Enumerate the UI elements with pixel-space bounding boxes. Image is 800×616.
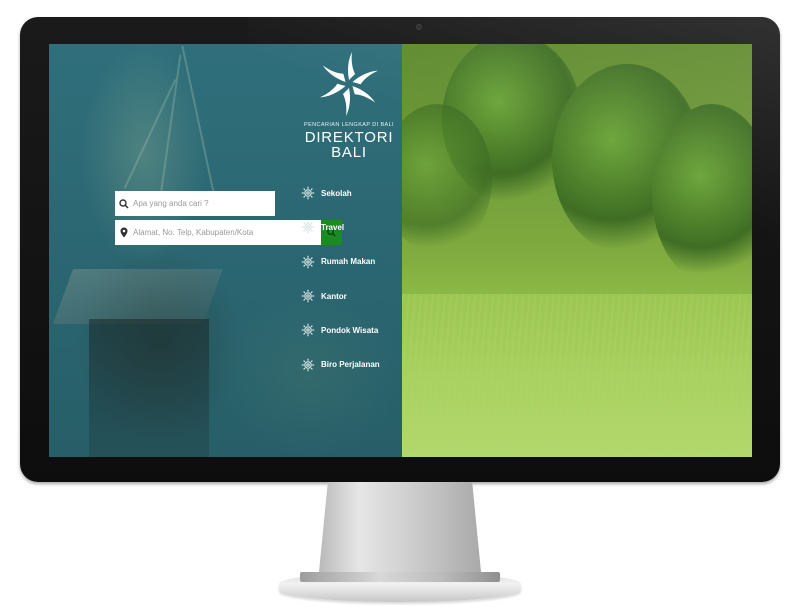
rice-paddy-grass: [402, 294, 752, 457]
menu-item-biro-perjalanan[interactable]: Biro Perjalanan: [301, 347, 401, 381]
menu-item-label: Kantor: [321, 291, 347, 301]
gear-icon: [301, 255, 315, 269]
map-pin-icon: [115, 220, 133, 245]
website-screen: PENCARIAN LENGKAP DI BALI DIREKTORI BALI: [49, 44, 752, 457]
webcam-dot: [416, 24, 422, 30]
gear-icon: [301, 289, 315, 303]
menu-item-kantor[interactable]: Kantor: [301, 279, 401, 313]
gear-icon: [301, 220, 315, 234]
gear-icon: [301, 186, 315, 200]
location-search-input[interactable]: [133, 220, 253, 245]
menu-item-label: Pondok Wisata: [321, 325, 379, 335]
brand-name-line1: DIREKTORI: [304, 129, 394, 146]
menu-item-sekolah[interactable]: Sekolah: [301, 176, 401, 210]
brand-tagline: PENCARIAN LENGKAP DI BALI: [304, 122, 394, 128]
menu-item-label: Biro Perjalanan: [321, 360, 380, 370]
brand-name-line2: BALI: [331, 144, 367, 161]
gear-icon: [301, 358, 315, 372]
menu-item-label: Rumah Makan: [321, 257, 376, 267]
menu-item-label: Travel: [321, 222, 345, 232]
gear-icon: [301, 323, 315, 337]
menu-item-pondok-wisata[interactable]: Pondok Wisata: [301, 313, 401, 347]
left-overlay-panel: PENCARIAN LENGKAP DI BALI DIREKTORI BALI: [49, 44, 402, 457]
monitor-bezel: PENCARIAN LENGKAP DI BALI DIREKTORI BALI: [20, 17, 780, 482]
direktori-bali-logo-icon: [319, 52, 379, 116]
monitor-stand-neck: [318, 482, 482, 582]
search-icon: [115, 191, 133, 216]
tree-trunk-shape: [158, 54, 182, 204]
hut-body-shape: [89, 319, 209, 457]
monitor-stand-base-top: [300, 572, 500, 582]
category-menu: Sekolah Travel Rumah Makan Kantor Pondok…: [301, 176, 401, 382]
brand-name: DIREKTORI BALI: [299, 130, 399, 160]
keyword-search-input[interactable]: [133, 191, 271, 216]
hut-roof-shape: [52, 269, 224, 324]
tree-trunk-shape: [181, 45, 219, 213]
menu-item-rumah-makan[interactable]: Rumah Makan: [301, 245, 401, 279]
menu-item-label: Sekolah: [321, 188, 352, 198]
rice-field-photo: [382, 44, 752, 457]
menu-item-travel[interactable]: Travel: [301, 210, 401, 244]
keyword-search-field[interactable]: [115, 191, 275, 216]
